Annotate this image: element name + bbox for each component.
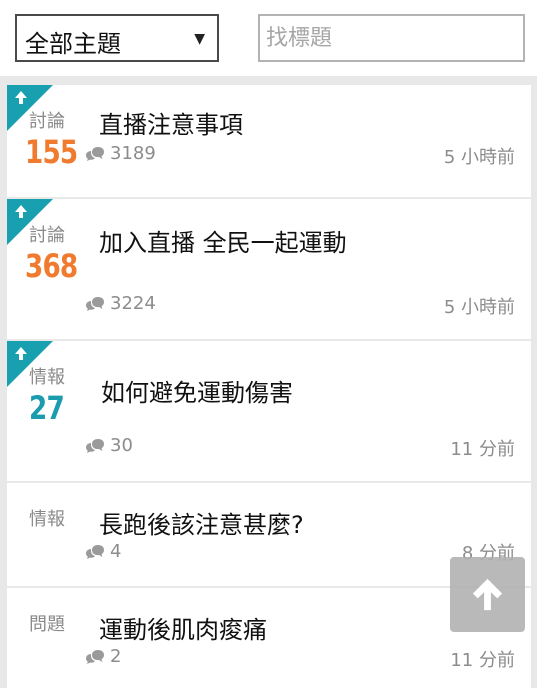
post-title[interactable]: 直播注意事項 (99, 105, 243, 140)
post-comments: 3224 (85, 293, 156, 314)
arrow-up-icon (472, 578, 503, 611)
filter-bar: 全部主題 ▼ (0, 0, 537, 76)
post-time: 5 小時前 (443, 147, 515, 168)
post-title[interactable]: 加入直播 全民一起運動 (99, 223, 347, 258)
comment-icon (86, 296, 104, 311)
comment-count: 4 (110, 541, 122, 562)
post-category: 討論 (29, 225, 65, 246)
post-category: 討論 (29, 111, 65, 132)
comment-icon (86, 438, 104, 453)
caret-down-icon: ▼ (194, 31, 205, 47)
topic-filter-value: 全部主題 (25, 30, 121, 58)
post-time: 5 小時前 (443, 297, 515, 318)
comment-count: 3189 (110, 143, 156, 164)
arrow-up-icon (15, 91, 27, 104)
post-title[interactable]: 長跑後該注意甚麼? (99, 505, 304, 540)
comment-icon (86, 544, 104, 559)
post-time: 11 分前 (450, 650, 515, 671)
post-title[interactable]: 運動後肌肉痠痛 (99, 610, 267, 645)
post-item[interactable]: 討論 368 加入直播 全民一起運動 3224 5 小時前 (7, 199, 531, 339)
comment-count: 30 (110, 435, 133, 456)
post-category: 情報 (29, 509, 65, 530)
post-category: 情報 (29, 367, 65, 388)
post-reply-number: 155 (25, 133, 78, 171)
post-title[interactable]: 如何避免運動傷害 (101, 373, 293, 408)
comment-icon (86, 649, 104, 664)
arrow-up-icon (15, 347, 27, 360)
comment-count: 3224 (110, 293, 156, 314)
post-reply-number: 27 (29, 389, 65, 427)
post-item[interactable]: 情報 27 如何避免運動傷害 30 11 分前 (7, 341, 531, 481)
post-category: 問題 (29, 614, 65, 635)
topic-filter-select[interactable]: 全部主題 ▼ (15, 14, 219, 62)
post-comments: 3189 (85, 143, 156, 164)
post-reply-number: 368 (25, 247, 78, 285)
post-comments: 2 (85, 646, 121, 667)
post-item[interactable]: 討論 155 直播注意事項 3189 5 小時前 (7, 85, 531, 197)
comment-count: 2 (110, 646, 122, 667)
post-time: 11 分前 (450, 439, 515, 460)
post-comments: 4 (85, 541, 121, 562)
comment-icon (86, 146, 104, 161)
back-to-top-button[interactable] (450, 557, 525, 632)
arrow-up-icon (15, 205, 27, 218)
search-title-input[interactable] (258, 14, 525, 62)
post-comments: 30 (85, 435, 133, 456)
